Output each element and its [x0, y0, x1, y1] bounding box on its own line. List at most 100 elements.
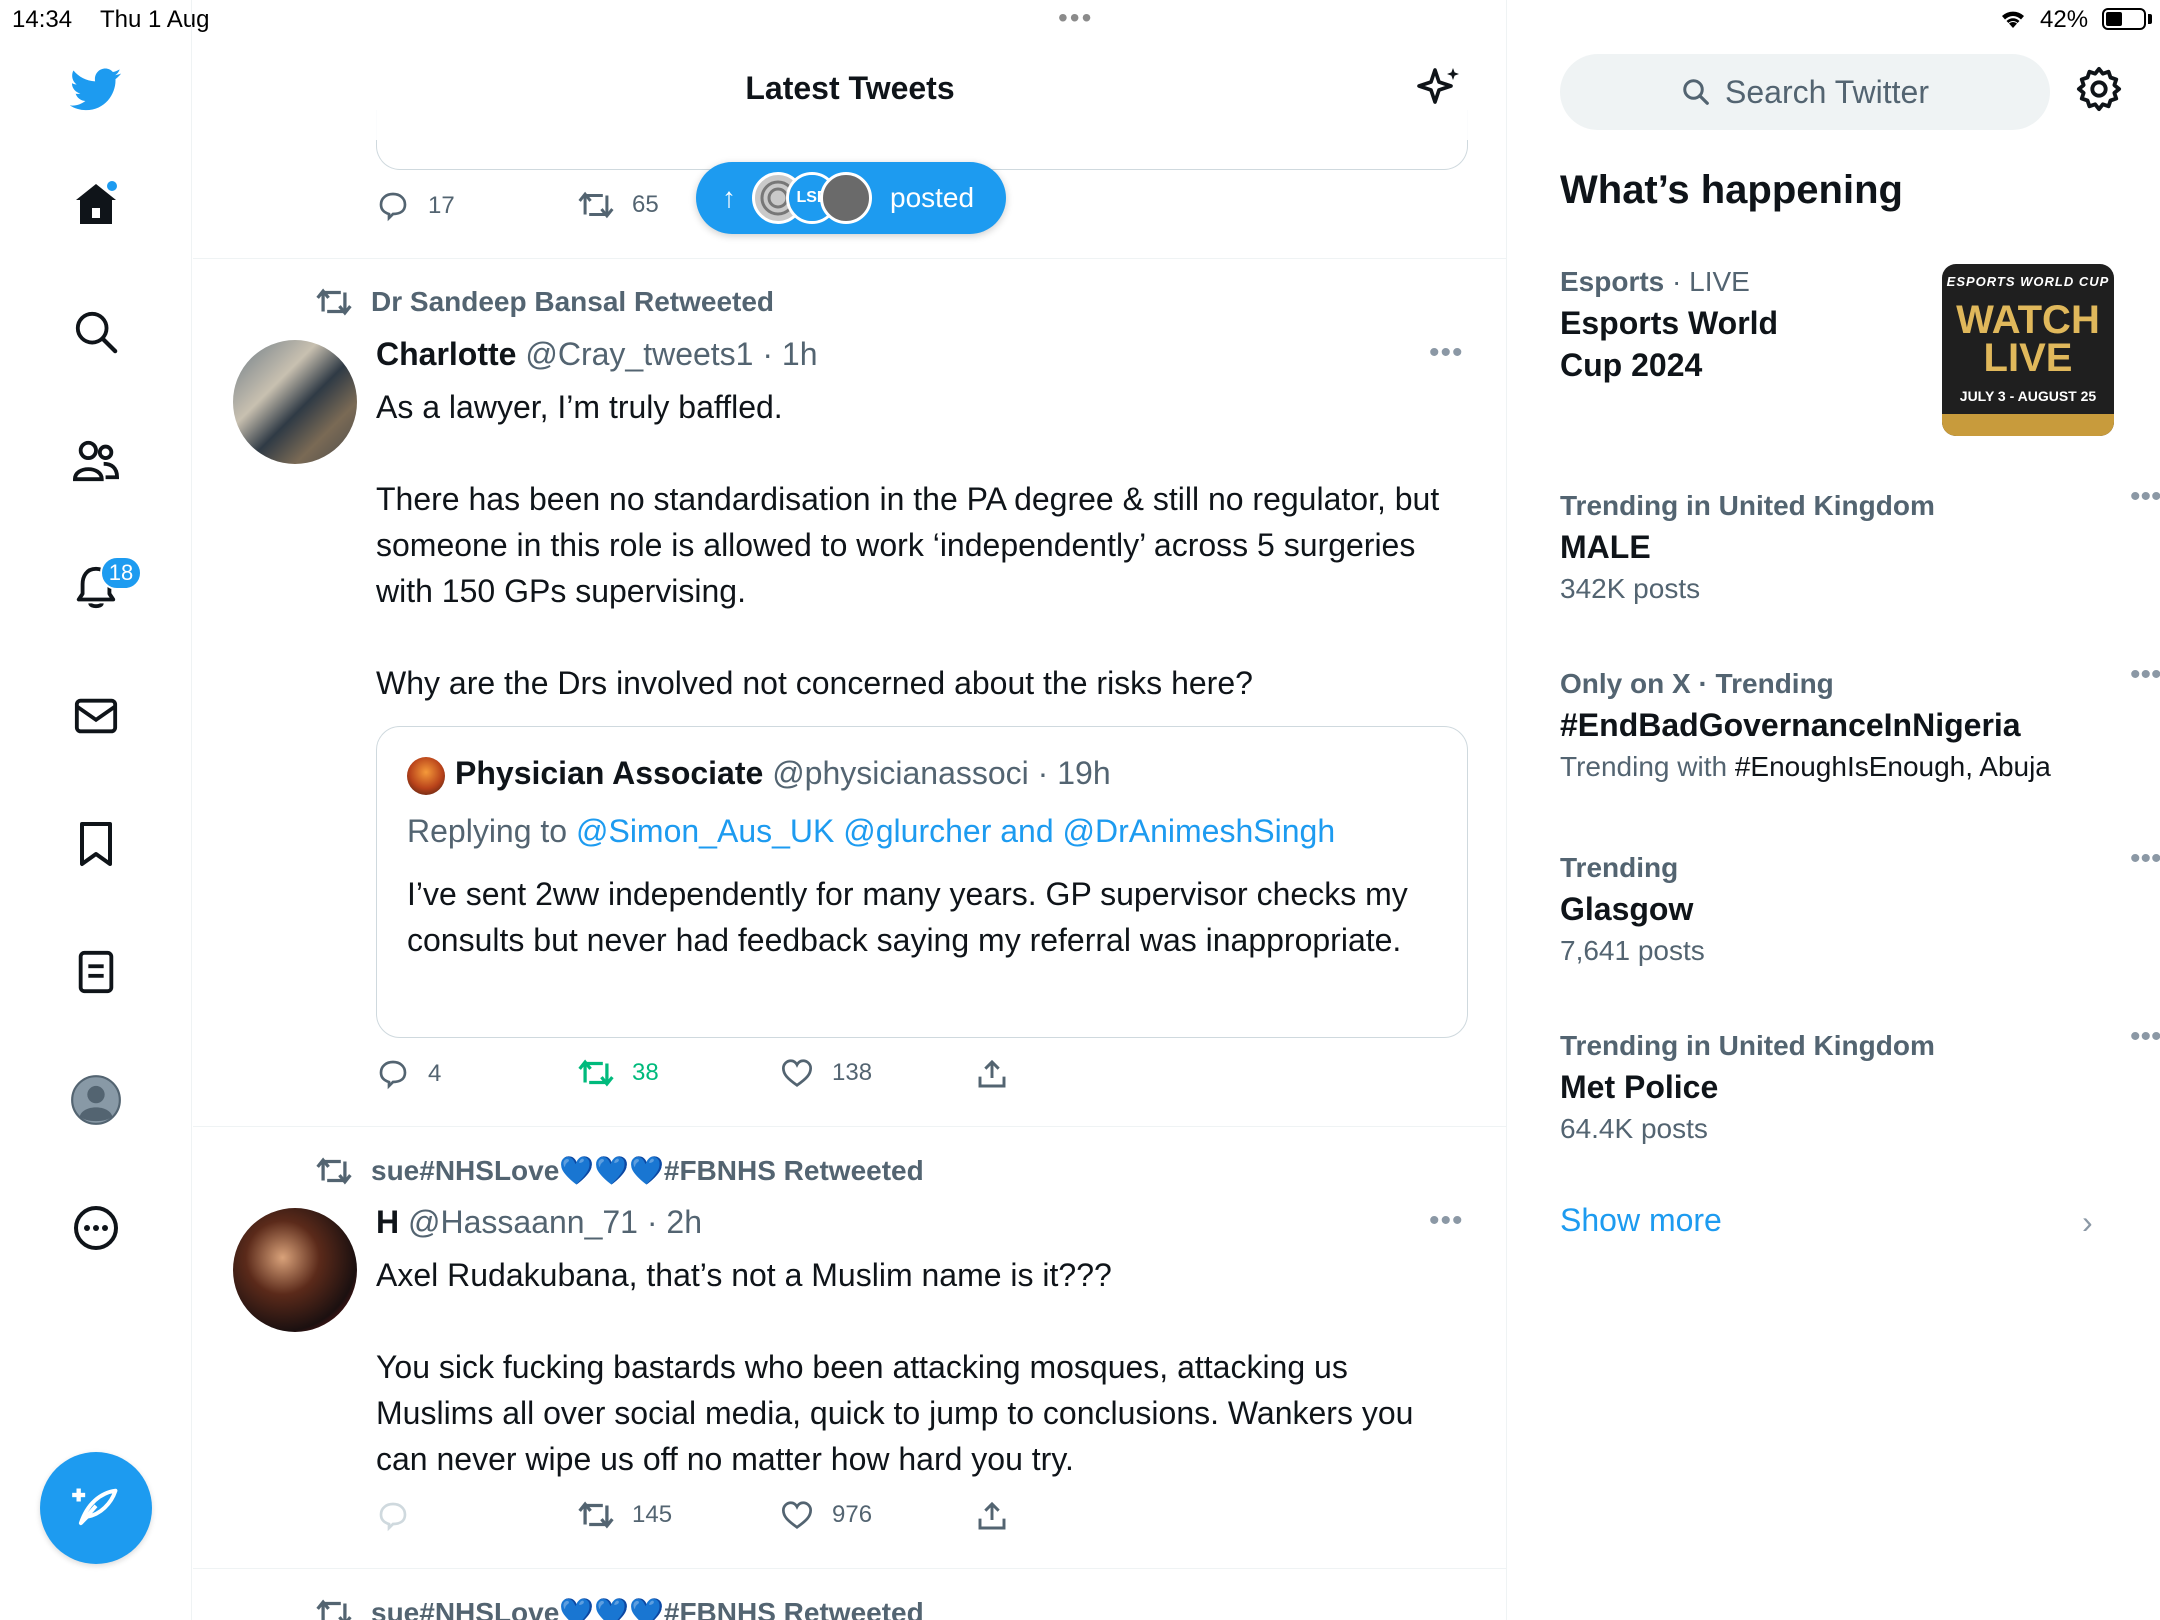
- retweet-button[interactable]: 65: [578, 190, 659, 220]
- compose-tweet-button[interactable]: [40, 1452, 152, 1564]
- trend-more-icon[interactable]: •••: [2130, 480, 2160, 514]
- tweet-author[interactable]: Charlotte @Cray_tweets1 · 1h: [376, 336, 818, 373]
- trend-item[interactable]: Only on X · Trending #EndBadGovernanceIn…: [1560, 658, 2160, 788]
- trend-item[interactable]: Trending in United Kingdom MALE 342K pos…: [1560, 480, 2160, 610]
- share-button[interactable]: [976, 1058, 1008, 1090]
- heart-icon: [781, 1501, 813, 1529]
- retweeted-by-label: sue#NHSLove💙💙💙#FBNHS Retweeted: [371, 1155, 924, 1186]
- reply-icon: [379, 1502, 407, 1532]
- bookmark-icon[interactable]: [68, 816, 124, 872]
- thumb-live: LIVE: [1983, 336, 2073, 380]
- profile-avatar-icon[interactable]: [68, 1072, 124, 1128]
- trend-category: Esports: [1560, 266, 1665, 297]
- lists-icon[interactable]: [68, 944, 124, 1000]
- retweet-icon: [578, 1059, 614, 1087]
- timeline-header: Latest Tweets: [193, 40, 1506, 140]
- thumb-dates: JULY 3 - AUGUST 25: [1959, 388, 2097, 404]
- trend-topic: #EndBadGovernanceInNigeria: [1560, 707, 2021, 743]
- show-more-link[interactable]: Show more: [1560, 1202, 1722, 1239]
- share-icon: [978, 1501, 1006, 1530]
- share-button[interactable]: [976, 1500, 1008, 1532]
- trend-more-icon[interactable]: •••: [2130, 842, 2160, 876]
- reply-button[interactable]: 4: [376, 1058, 441, 1090]
- left-nav: 18: [0, 0, 192, 1620]
- trend-meta: Trending in United Kingdom: [1560, 490, 1935, 521]
- like-count: 138: [832, 1059, 873, 1086]
- communities-icon[interactable]: [68, 432, 124, 488]
- avatar[interactable]: [233, 340, 357, 464]
- quote-author-handle: @physicianassoci: [772, 755, 1029, 791]
- more-options-icon[interactable]: [68, 1200, 124, 1256]
- quote-author: Physician Associate @physicianassoci · 1…: [455, 755, 1111, 792]
- posted-avatars: LSE: [752, 170, 872, 226]
- replying-to-users[interactable]: @Simon_Aus_UK @glurcher and @DrAnimeshSi…: [576, 813, 1335, 849]
- trend-count: 7,641 posts: [1560, 935, 1705, 966]
- explore-search-icon[interactable]: [68, 304, 124, 360]
- retweeted-by[interactable]: sue#NHSLove💙💙💙#FBNHS Retweeted: [315, 1596, 924, 1620]
- retweet-button[interactable]: 38: [578, 1058, 659, 1088]
- tweet-time: · 1h: [762, 336, 818, 372]
- trend-meta: Trending in United Kingdom: [1560, 1030, 1935, 1061]
- retweet-button[interactable]: 145: [578, 1500, 672, 1530]
- quote-author-name: Physician Associate: [455, 755, 764, 791]
- trend-count-prefix: Trending with: [1560, 751, 1735, 782]
- retweet-icon: [316, 288, 352, 316]
- author-handle: @Hassaann_71: [408, 1204, 638, 1240]
- trend-item[interactable]: Trending in United Kingdom Met Police 64…: [1560, 1020, 2160, 1150]
- search-bar[interactable]: Search Twitter: [1560, 54, 2050, 130]
- posted-label: posted: [890, 182, 975, 213]
- author-name: Charlotte: [376, 336, 517, 372]
- retweet-count: 145: [632, 1501, 673, 1528]
- tweet-actions: 145 976: [376, 1500, 1276, 1540]
- tweet-more-icon[interactable]: •••: [1429, 1204, 1464, 1238]
- right-sidebar: Search Twitter What’s happening Esports …: [1508, 0, 2160, 1620]
- retweet-icon: [316, 1156, 352, 1185]
- retweet-count: 38: [632, 1059, 659, 1086]
- whats-happening-title: What’s happening: [1560, 168, 1903, 212]
- retweet-icon: [578, 1501, 614, 1529]
- trend-live: · LIVE: [1664, 266, 1750, 297]
- quote-tweet[interactable]: Physician Associate @physicianassoci · 1…: [376, 726, 1468, 1038]
- retweet-count: 65: [632, 191, 659, 218]
- esports-thumbnail[interactable]: ESPORTS WORLD CUP WATCH LIVE JULY 3 - AU…: [1942, 264, 2114, 436]
- author-name: H: [376, 1204, 400, 1240]
- reply-button[interactable]: [376, 1500, 428, 1532]
- trend-item[interactable]: Trending Glasgow 7,641 posts •••: [1560, 842, 2160, 972]
- tweet-actions: 4 38 138: [376, 1058, 1276, 1098]
- trend-meta: Only on X · Trending: [1560, 668, 1834, 699]
- settings-gear-icon[interactable]: [2076, 66, 2122, 117]
- trend-topic: MALE: [1560, 529, 1651, 565]
- twitter-logo-icon[interactable]: [68, 62, 124, 118]
- tweet-author[interactable]: H @Hassaann_71 · 2h: [376, 1204, 702, 1241]
- retweet-icon: [316, 1598, 352, 1620]
- retweeted-by-label: Dr Sandeep Bansal Retweeted: [371, 286, 775, 317]
- notifications-badge: 18: [100, 556, 142, 590]
- reply-button[interactable]: 17: [376, 190, 455, 222]
- sparkle-icon[interactable]: [1415, 64, 1463, 117]
- trend-more-icon[interactable]: •••: [2130, 1020, 2160, 1054]
- avatar: [820, 172, 872, 224]
- like-button[interactable]: 138: [780, 1058, 872, 1088]
- tweet-more-icon[interactable]: •••: [1429, 336, 1464, 370]
- like-button[interactable]: 976: [780, 1500, 872, 1530]
- tweet-text: As a lawyer, I’m truly baffled. There ha…: [376, 389, 1440, 701]
- chevron-right-icon[interactable]: ›: [2082, 1204, 2093, 1241]
- replying-to: Replying to @Simon_Aus_UK @glurcher and …: [407, 813, 1335, 850]
- retweeted-by-label: sue#NHSLove💙💙💙#FBNHS Retweeted: [371, 1597, 924, 1620]
- share-icon: [978, 1059, 1006, 1088]
- thumb-stripe: [1942, 414, 2114, 436]
- search-input[interactable]: Search Twitter: [1725, 74, 1929, 111]
- reply-count: 4: [428, 1060, 442, 1087]
- retweeted-by[interactable]: Dr Sandeep Bansal Retweeted: [315, 286, 774, 318]
- trend-related-tags[interactable]: #EnoughIsEnough, Abuja: [1735, 751, 2051, 782]
- new-posts-pill[interactable]: ↑ LSE posted: [696, 162, 1006, 234]
- replying-prefix: Replying to: [407, 813, 568, 849]
- retweeted-by[interactable]: sue#NHSLove💙💙💙#FBNHS Retweeted: [315, 1154, 924, 1187]
- thumb-watch: WATCH: [1956, 298, 2100, 342]
- trend-more-icon[interactable]: •••: [2130, 658, 2160, 692]
- quote-text: I’ve sent 2ww independently for many yea…: [407, 876, 1408, 958]
- messages-mail-icon[interactable]: [68, 688, 124, 744]
- home-icon[interactable]: [68, 176, 124, 232]
- page-title: Latest Tweets: [745, 70, 955, 106]
- avatar[interactable]: [233, 1208, 357, 1332]
